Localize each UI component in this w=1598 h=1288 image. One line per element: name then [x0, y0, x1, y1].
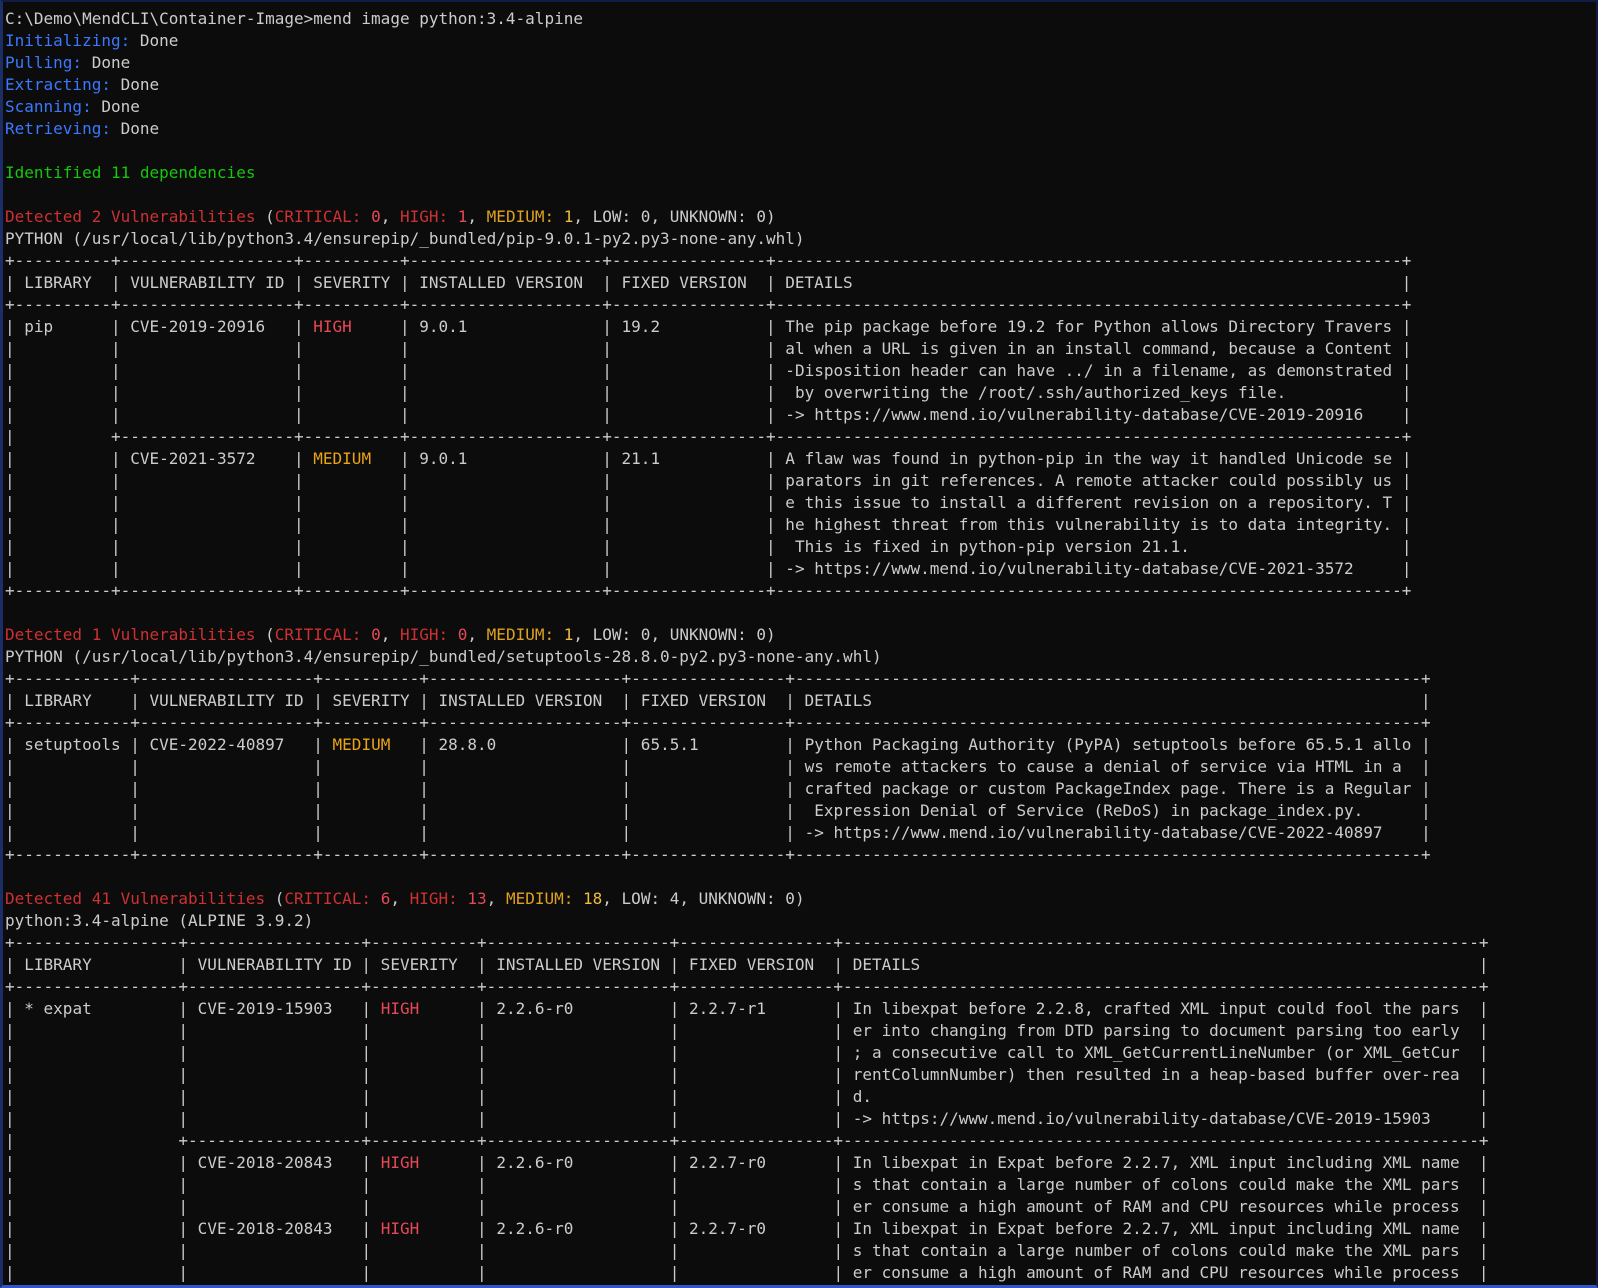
- table-header-row: | LIBRARY | VULNERABILITY ID | SEVERITY …: [5, 954, 1596, 976]
- table-row-line: | | | | | | -> https://www.mend.io/vulne…: [5, 822, 1596, 844]
- table-row-line: | | | | | | -> https://www.mend.io/vulne…: [5, 558, 1596, 580]
- dependencies-line: Identified 11 dependencies: [5, 162, 1596, 184]
- status-line: Scanning: Done: [5, 96, 1596, 118]
- table-header-row: | LIBRARY | VULNERABILITY ID | SEVERITY …: [5, 272, 1596, 294]
- table-row-line: | | | | | | -> https://www.mend.io/vulne…: [5, 1108, 1596, 1130]
- table-border: +-----------------+------------------+--…: [5, 932, 1596, 954]
- vulnerability-summary-line: Detected 2 Vulnerabilities (CRITICAL: 0,…: [5, 206, 1596, 228]
- table-border: +----------+------------------+---------…: [5, 294, 1596, 316]
- table-row-line: | | | | | | e this issue to install a di…: [5, 492, 1596, 514]
- table-row-line: | | | | | | rentColumnNumber) then resul…: [5, 1064, 1596, 1086]
- table-border: +------------+------------------+-------…: [5, 712, 1596, 734]
- table-row-line: | | | | | | Expression Denial of Service…: [5, 800, 1596, 822]
- blank-line: [5, 140, 1596, 162]
- table-border: +------------+------------------+-------…: [5, 844, 1596, 866]
- command-line: C:\Demo\MendCLI\Container-Image>mend ima…: [5, 8, 1596, 30]
- terminal-window[interactable]: C:\Demo\MendCLI\Container-Image>mend ima…: [0, 0, 1598, 1288]
- table-border: +------------+------------------+-------…: [5, 668, 1596, 690]
- scan-target-line: PYTHON (/usr/local/lib/python3.4/ensurep…: [5, 228, 1596, 250]
- table-row-line: | | | | | | s that contain a large numbe…: [5, 1174, 1596, 1196]
- vulnerability-summary-line: Detected 1 Vulnerabilities (CRITICAL: 0,…: [5, 624, 1596, 646]
- status-line: Retrieving: Done: [5, 118, 1596, 140]
- scan-target-line: python:3.4-alpine (ALPINE 3.9.2): [5, 910, 1596, 932]
- table-row-line: | | | | | | s that contain a large numbe…: [5, 1240, 1596, 1262]
- status-line: Extracting: Done: [5, 74, 1596, 96]
- table-row-line: | | CVE-2018-20843 | HIGH | 2.2.6-r0 | 2…: [5, 1218, 1596, 1240]
- status-line: Pulling: Done: [5, 52, 1596, 74]
- table-row-line: | | | | | | ws remote attackers to cause…: [5, 756, 1596, 778]
- table-border: +-----------------+------------------+--…: [5, 976, 1596, 998]
- table-row-line: | | | | | | er into changing from DTD pa…: [5, 1020, 1596, 1042]
- table-row-line: | | | | | | This is fixed in python-pip …: [5, 536, 1596, 558]
- table-row-line: | | | | | | al when a URL is given in an…: [5, 338, 1596, 360]
- table-header-row: | LIBRARY | VULNERABILITY ID | SEVERITY …: [5, 690, 1596, 712]
- table-row-separator: | +------------------+-----------+------…: [5, 1130, 1596, 1152]
- table-row-line: | | | | | | ; a consecutive call to XML_…: [5, 1042, 1596, 1064]
- table-row-line: | | | | | | d. |: [5, 1086, 1596, 1108]
- scan-target-line: PYTHON (/usr/local/lib/python3.4/ensurep…: [5, 646, 1596, 668]
- table-row-line: | pip | CVE-2019-20916 | HIGH | 9.0.1 | …: [5, 316, 1596, 338]
- table-row-line: | | CVE-2018-20843 | HIGH | 2.2.6-r0 | 2…: [5, 1152, 1596, 1174]
- status-line: Initializing: Done: [5, 30, 1596, 52]
- table-row-line: | * expat | CVE-2019-15903 | HIGH | 2.2.…: [5, 998, 1596, 1020]
- blank-line: [5, 184, 1596, 206]
- table-row-line: | | | | | | -Disposition header can have…: [5, 360, 1596, 382]
- table-row-separator: | +------------------+----------+-------…: [5, 426, 1596, 448]
- table-row-line: | | | | | | parators in git references. …: [5, 470, 1596, 492]
- table-row-line: | | | | | | er consume a high amount of …: [5, 1262, 1596, 1284]
- table-row-line: | | | | | | -> https://www.mend.io/vulne…: [5, 404, 1596, 426]
- blank-line: [5, 602, 1596, 624]
- blank-line: [5, 866, 1596, 888]
- vulnerability-summary-line: Detected 41 Vulnerabilities (CRITICAL: 6…: [5, 888, 1596, 910]
- terminal-output: C:\Demo\MendCLI\Container-Image>mend ima…: [5, 8, 1596, 1284]
- table-row-line: | setuptools | CVE-2022-40897 | MEDIUM |…: [5, 734, 1596, 756]
- table-row-line: | | | | | | er consume a high amount of …: [5, 1196, 1596, 1218]
- table-row-line: | | | | | | he highest threat from this …: [5, 514, 1596, 536]
- table-row-line: | | | | | | crafted package or custom Pa…: [5, 778, 1596, 800]
- table-border: +----------+------------------+---------…: [5, 580, 1596, 602]
- table-border: +----------+------------------+---------…: [5, 250, 1596, 272]
- table-row-line: | | CVE-2021-3572 | MEDIUM | 9.0.1 | 21.…: [5, 448, 1596, 470]
- table-row-line: | | | | | | by overwriting the /root/.ss…: [5, 382, 1596, 404]
